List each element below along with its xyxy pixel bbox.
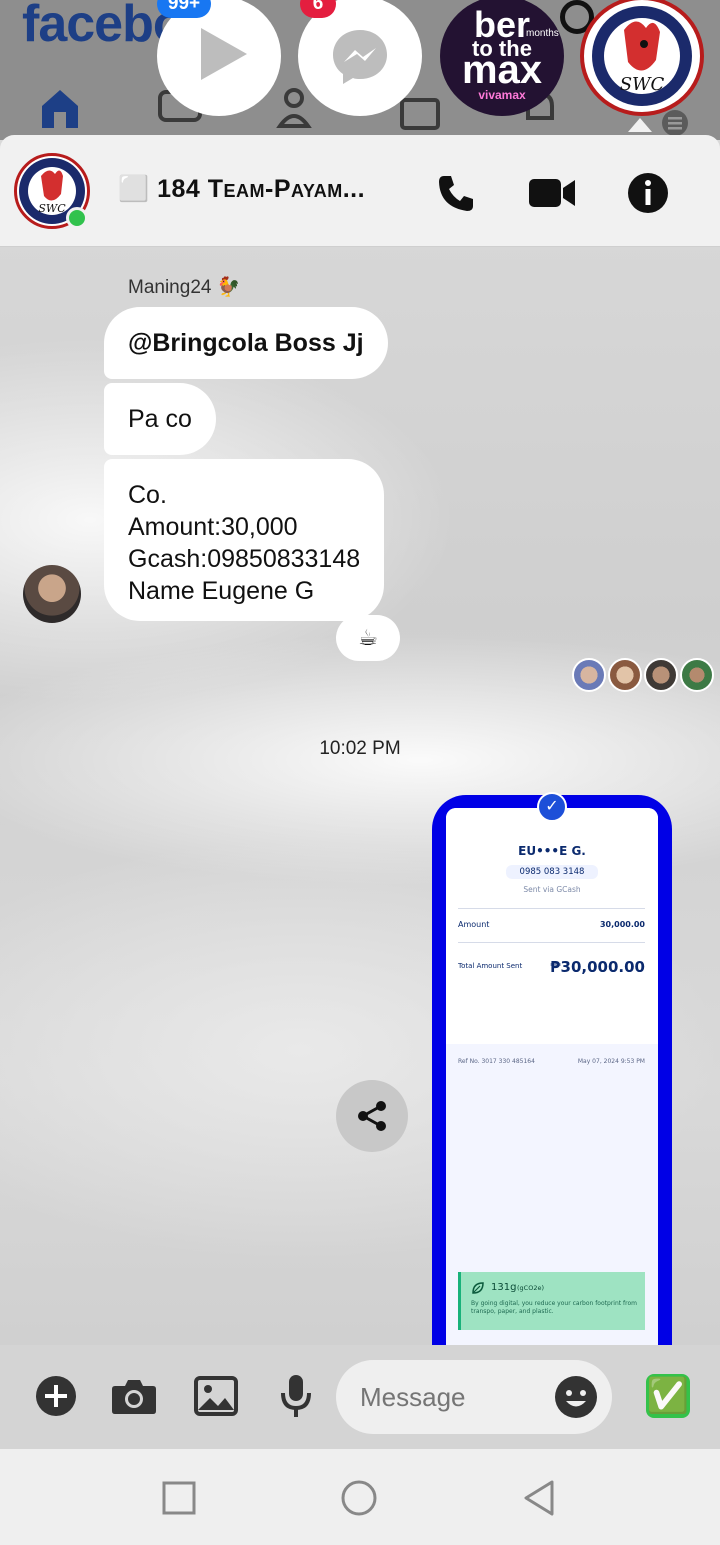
video-camera-icon — [529, 179, 575, 207]
conversation-title[interactable]: ⬜ 184 Team-Payam... — [118, 175, 365, 204]
seen-avatar — [644, 658, 678, 692]
add-button[interactable] — [32, 1370, 80, 1422]
recent-apps-icon[interactable] — [162, 1481, 196, 1515]
home-icon[interactable] — [36, 84, 84, 132]
team-chat-head[interactable]: SWC — [580, 0, 704, 116]
video-badge: 99+ — [157, 0, 211, 18]
rooster-logo-icon: SWC — [592, 6, 692, 106]
play-icon — [201, 28, 247, 80]
camera-button[interactable] — [110, 1370, 158, 1422]
message-timestamp: 10:02 PM — [319, 738, 401, 759]
sender-avatar[interactable] — [23, 565, 81, 623]
info-icon — [628, 173, 668, 213]
emoji-button[interactable] — [555, 1376, 597, 1418]
voice-button[interactable] — [272, 1370, 320, 1422]
seen-avatar — [680, 658, 714, 692]
svg-text:SWC: SWC — [38, 202, 66, 215]
call-button[interactable] — [428, 165, 484, 221]
message-line: Co. — [128, 481, 167, 509]
message-reaction[interactable]: ☕ — [336, 615, 400, 661]
receipt-number: 0985 083 3148 — [506, 865, 598, 879]
receipt-top: EU•••E G. 0985 083 3148 Sent via GCash A… — [446, 808, 658, 1044]
eco-unit: (gCO2e) — [517, 1284, 544, 1292]
info-button[interactable] — [620, 165, 676, 221]
menu-icon[interactable] — [660, 108, 690, 138]
share-icon — [358, 1101, 386, 1131]
receipt-ref: Ref No. 3017 330 485164 — [458, 1058, 535, 1065]
svg-text:SWC: SWC — [620, 74, 665, 95]
seen-avatar — [608, 658, 642, 692]
receipt-amount-value: 30,000.00 — [599, 920, 645, 929]
message-bubble[interactable]: Co. Amount:30,000 Gcash:09850833148 Name… — [104, 459, 385, 621]
chat-head-pointer — [628, 118, 652, 132]
share-button[interactable] — [336, 1080, 408, 1152]
sender-name: Maning24 🐓 — [128, 277, 241, 298]
eco-value: 131g — [491, 1282, 517, 1293]
seen-avatar — [572, 658, 606, 692]
vivamax-brand: vivamax — [478, 88, 526, 102]
gallery-button[interactable] — [192, 1370, 240, 1422]
messenger-icon — [333, 30, 387, 84]
receipt-sent-via: Sent via GCash — [523, 885, 581, 894]
vivamax-chat-head[interactable]: ber months to the max vivamax — [440, 0, 564, 116]
messenger-badge: 6 — [300, 0, 336, 18]
receipt-amount-label: Amount — [458, 920, 490, 929]
conversation-header: SWC ⬜ 184 Team-Payam... — [0, 135, 720, 247]
plus-icon — [36, 1376, 76, 1416]
receipt-total-label: Total Amount Sent — [458, 962, 523, 970]
system-navigation-bar — [0, 1449, 720, 1545]
message-bubble[interactable]: Pa co — [104, 383, 216, 455]
check-icon: ✓ — [537, 792, 567, 822]
receipt-total-value: ₱30,000.00 — [550, 958, 645, 976]
video-chat-head[interactable]: 99+ — [157, 0, 281, 116]
back-icon[interactable] — [522, 1479, 556, 1517]
eco-text: By going digital, you reduce your carbon… — [471, 1300, 637, 1315]
receipt-divider — [458, 908, 645, 909]
message-bubble[interactable]: @Bringcola Boss Jj — [104, 307, 388, 379]
message-line: Name Eugene G — [128, 577, 315, 605]
receipt-date: May 07, 2024 9:53 PM — [577, 1058, 645, 1065]
microphone-icon — [281, 1375, 311, 1417]
video-call-button[interactable] — [524, 165, 580, 221]
image-icon — [194, 1376, 238, 1416]
quick-reaction-button[interactable]: ✅ — [646, 1374, 690, 1418]
messenger-chat-head[interactable]: 6 — [298, 0, 422, 116]
receipt-divider — [458, 942, 645, 943]
leaf-icon — [472, 1282, 484, 1294]
receipt-recipient: EU•••E G. — [518, 844, 586, 858]
home-nav-icon[interactable] — [340, 1479, 378, 1517]
phone-icon — [439, 176, 473, 211]
camera-icon — [112, 1380, 156, 1414]
vivamax-line3: max — [461, 48, 543, 92]
smiley-icon — [556, 1377, 596, 1417]
message-line: Amount:30,000 — [128, 513, 298, 541]
online-indicator — [66, 207, 88, 229]
receipt-content: EU•••E G. 0985 083 3148 Sent via GCash A… — [446, 808, 658, 1348]
messenger-screen: facebook 99+ 6 ber months to the max viv… — [0, 0, 720, 1545]
receipt-eco-box: 131g (gCO2e) By going digital, you reduc… — [458, 1272, 645, 1330]
message-line[interactable]: Gcash:09850833148 — [128, 543, 360, 575]
